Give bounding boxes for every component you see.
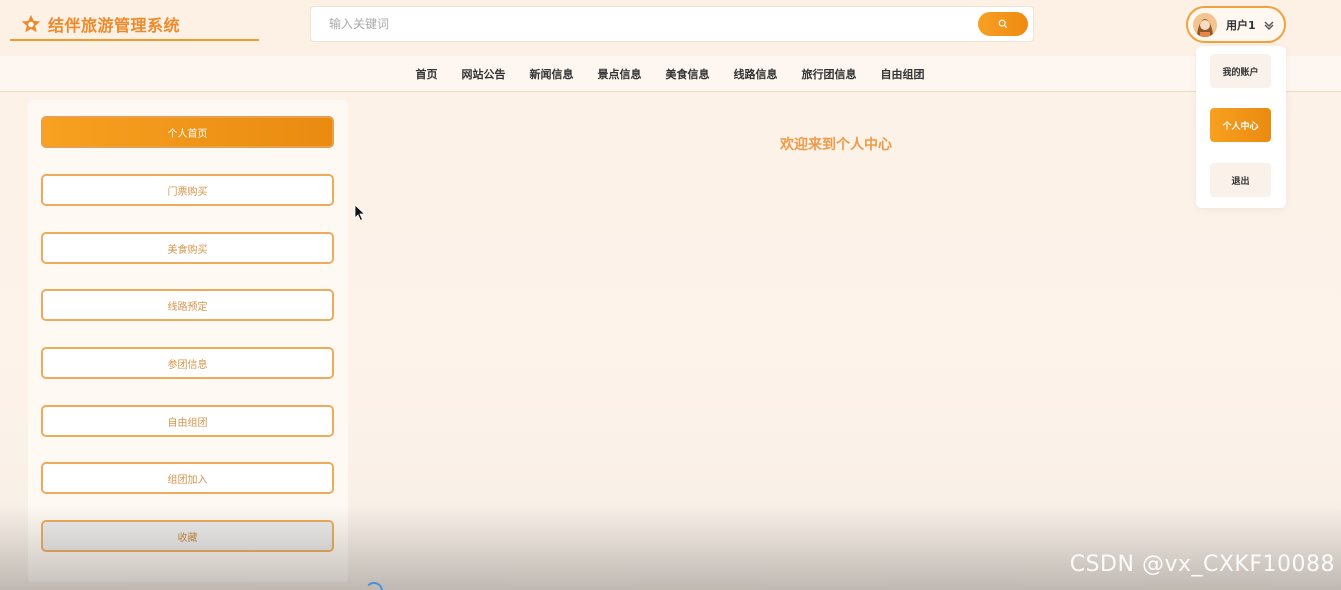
nav-item-food[interactable]: 美食信息: [654, 66, 722, 82]
sidebar-item-route-booking[interactable]: 线路预定: [41, 289, 334, 321]
nav-item-home[interactable]: 首页: [404, 66, 450, 82]
search-input[interactable]: [319, 13, 959, 35]
user-menu-toggle[interactable]: 用户1: [1186, 6, 1286, 43]
search-bar: [310, 6, 1034, 42]
watermark: CSDN @vx_CXKF10088: [1069, 552, 1335, 577]
loading-spinner-icon: [365, 582, 383, 590]
sidebar-item-group-info[interactable]: 参团信息: [41, 347, 334, 379]
page-title: 欢迎来到个人中心: [780, 137, 892, 153]
search-icon: [998, 19, 1008, 29]
header: 结伴旅游管理系统 用户1: [0, 0, 1341, 56]
sidebar-item-free-group[interactable]: 自由组团: [41, 405, 334, 437]
sidebar: 个人首页 门票购买 美食购买 线路预定 参团信息 自由组团 组团加入 收藏: [28, 100, 348, 582]
logo-text: 结伴旅游管理系统: [48, 15, 181, 35]
sidebar-item-join-group[interactable]: 组团加入: [41, 462, 334, 494]
nav-item-routes[interactable]: 线路信息: [722, 66, 790, 82]
nav-item-attractions[interactable]: 景点信息: [586, 66, 654, 82]
dropdown-item-my-account[interactable]: 我的账户: [1210, 54, 1271, 88]
nav-item-announcements[interactable]: 网站公告: [450, 66, 518, 82]
dropdown-item-personal-center[interactable]: 个人中心: [1210, 108, 1271, 142]
logo[interactable]: 结伴旅游管理系统: [10, 8, 259, 41]
user-name: 用户1: [1226, 18, 1256, 32]
nav-item-news[interactable]: 新闻信息: [518, 66, 586, 82]
mouse-cursor-icon: [354, 204, 366, 222]
sidebar-item-favorites[interactable]: 收藏: [41, 520, 334, 552]
chevron-down-icon: [1264, 21, 1274, 30]
user-dropdown: 我的账户 个人中心 退出: [1196, 46, 1286, 208]
nav-item-tour-groups[interactable]: 旅行团信息: [790, 66, 869, 82]
avatar: [1193, 12, 1217, 37]
search-button[interactable]: [978, 12, 1028, 36]
sidebar-item-tickets[interactable]: 门票购买: [41, 174, 334, 206]
nav-item-free-groups[interactable]: 自由组团: [869, 66, 937, 82]
main-nav: 首页 网站公告 新闻信息 景点信息 美食信息 线路信息 旅行团信息 自由组团: [0, 56, 1341, 92]
star-icon: [21, 14, 41, 32]
sidebar-item-food-purchase[interactable]: 美食购买: [41, 232, 334, 264]
sidebar-item-home[interactable]: 个人首页: [41, 116, 334, 148]
dropdown-item-logout[interactable]: 退出: [1210, 163, 1271, 197]
